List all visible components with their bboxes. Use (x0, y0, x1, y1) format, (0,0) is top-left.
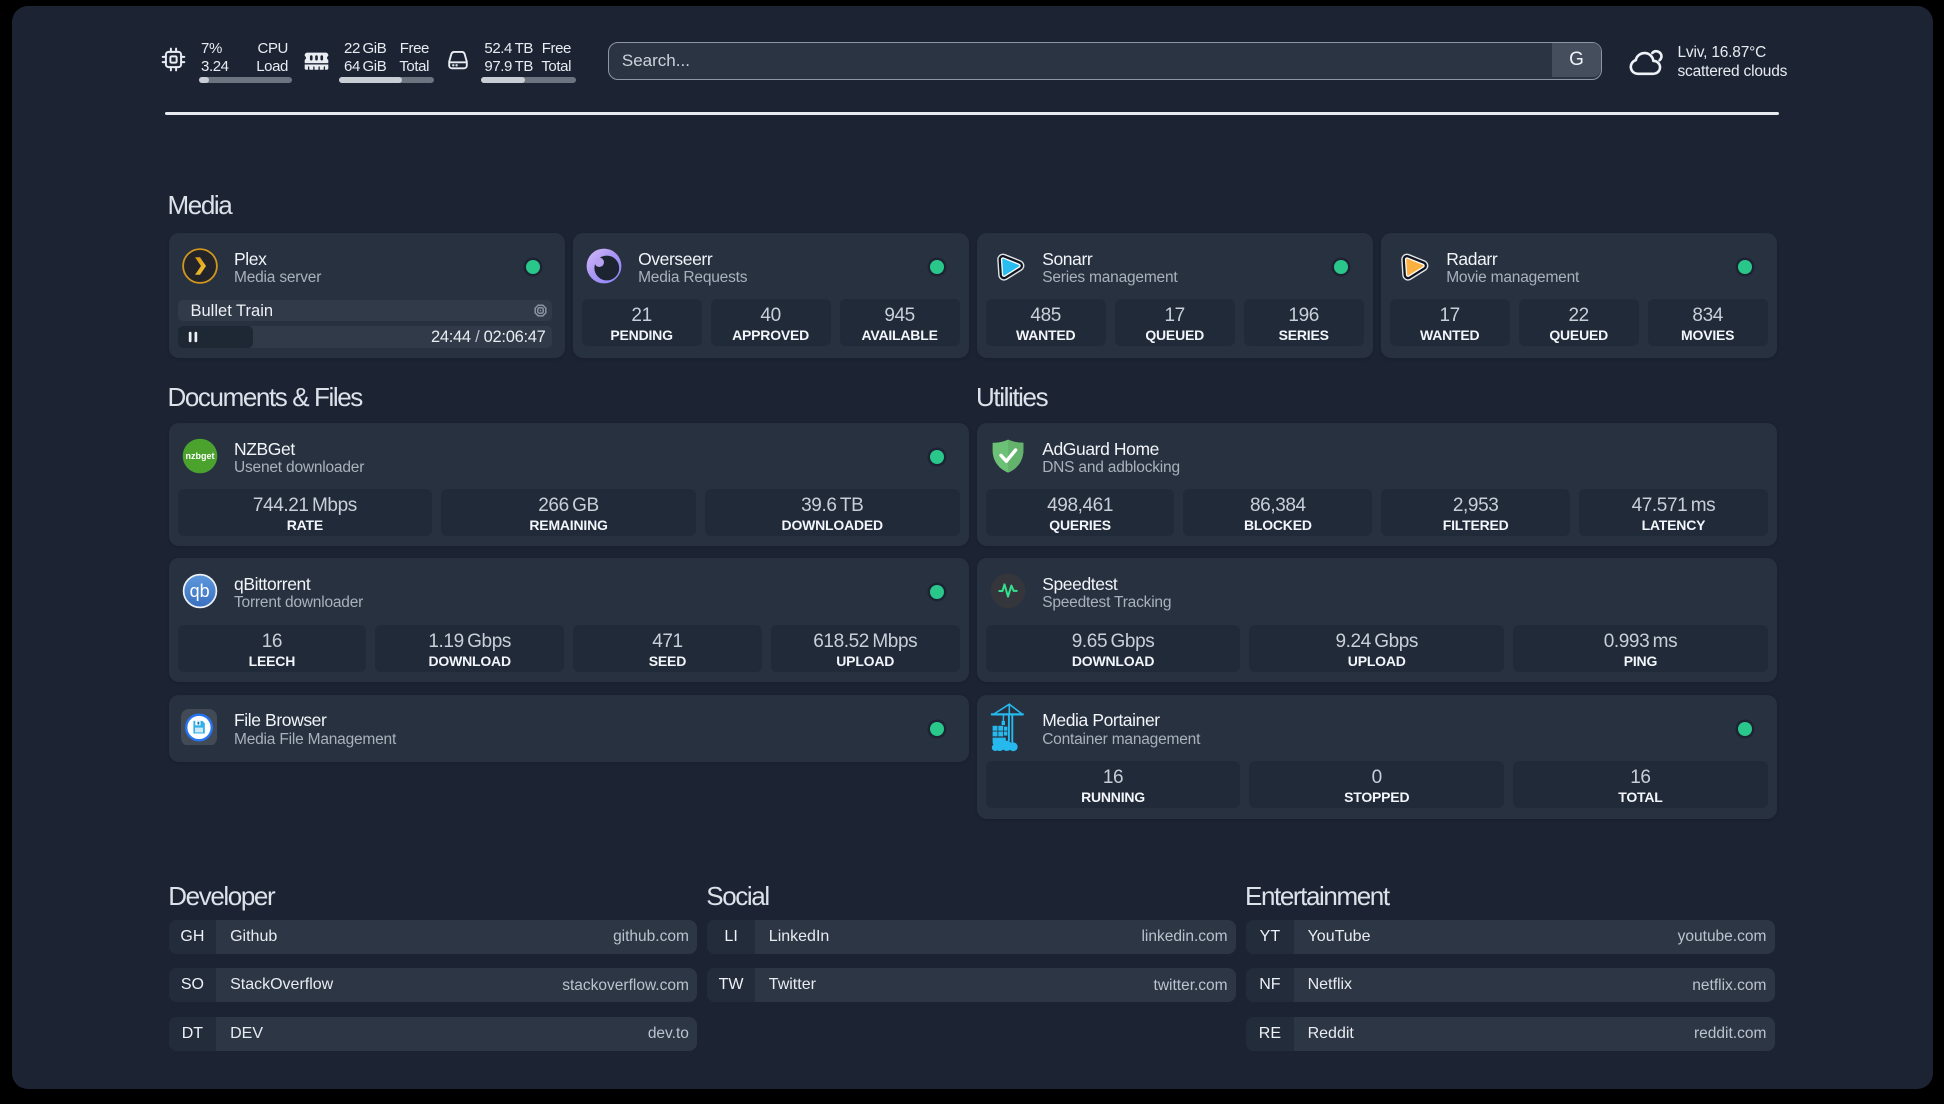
svg-text:nzbget: nzbget (185, 451, 214, 461)
svg-text:qb: qb (189, 581, 209, 601)
